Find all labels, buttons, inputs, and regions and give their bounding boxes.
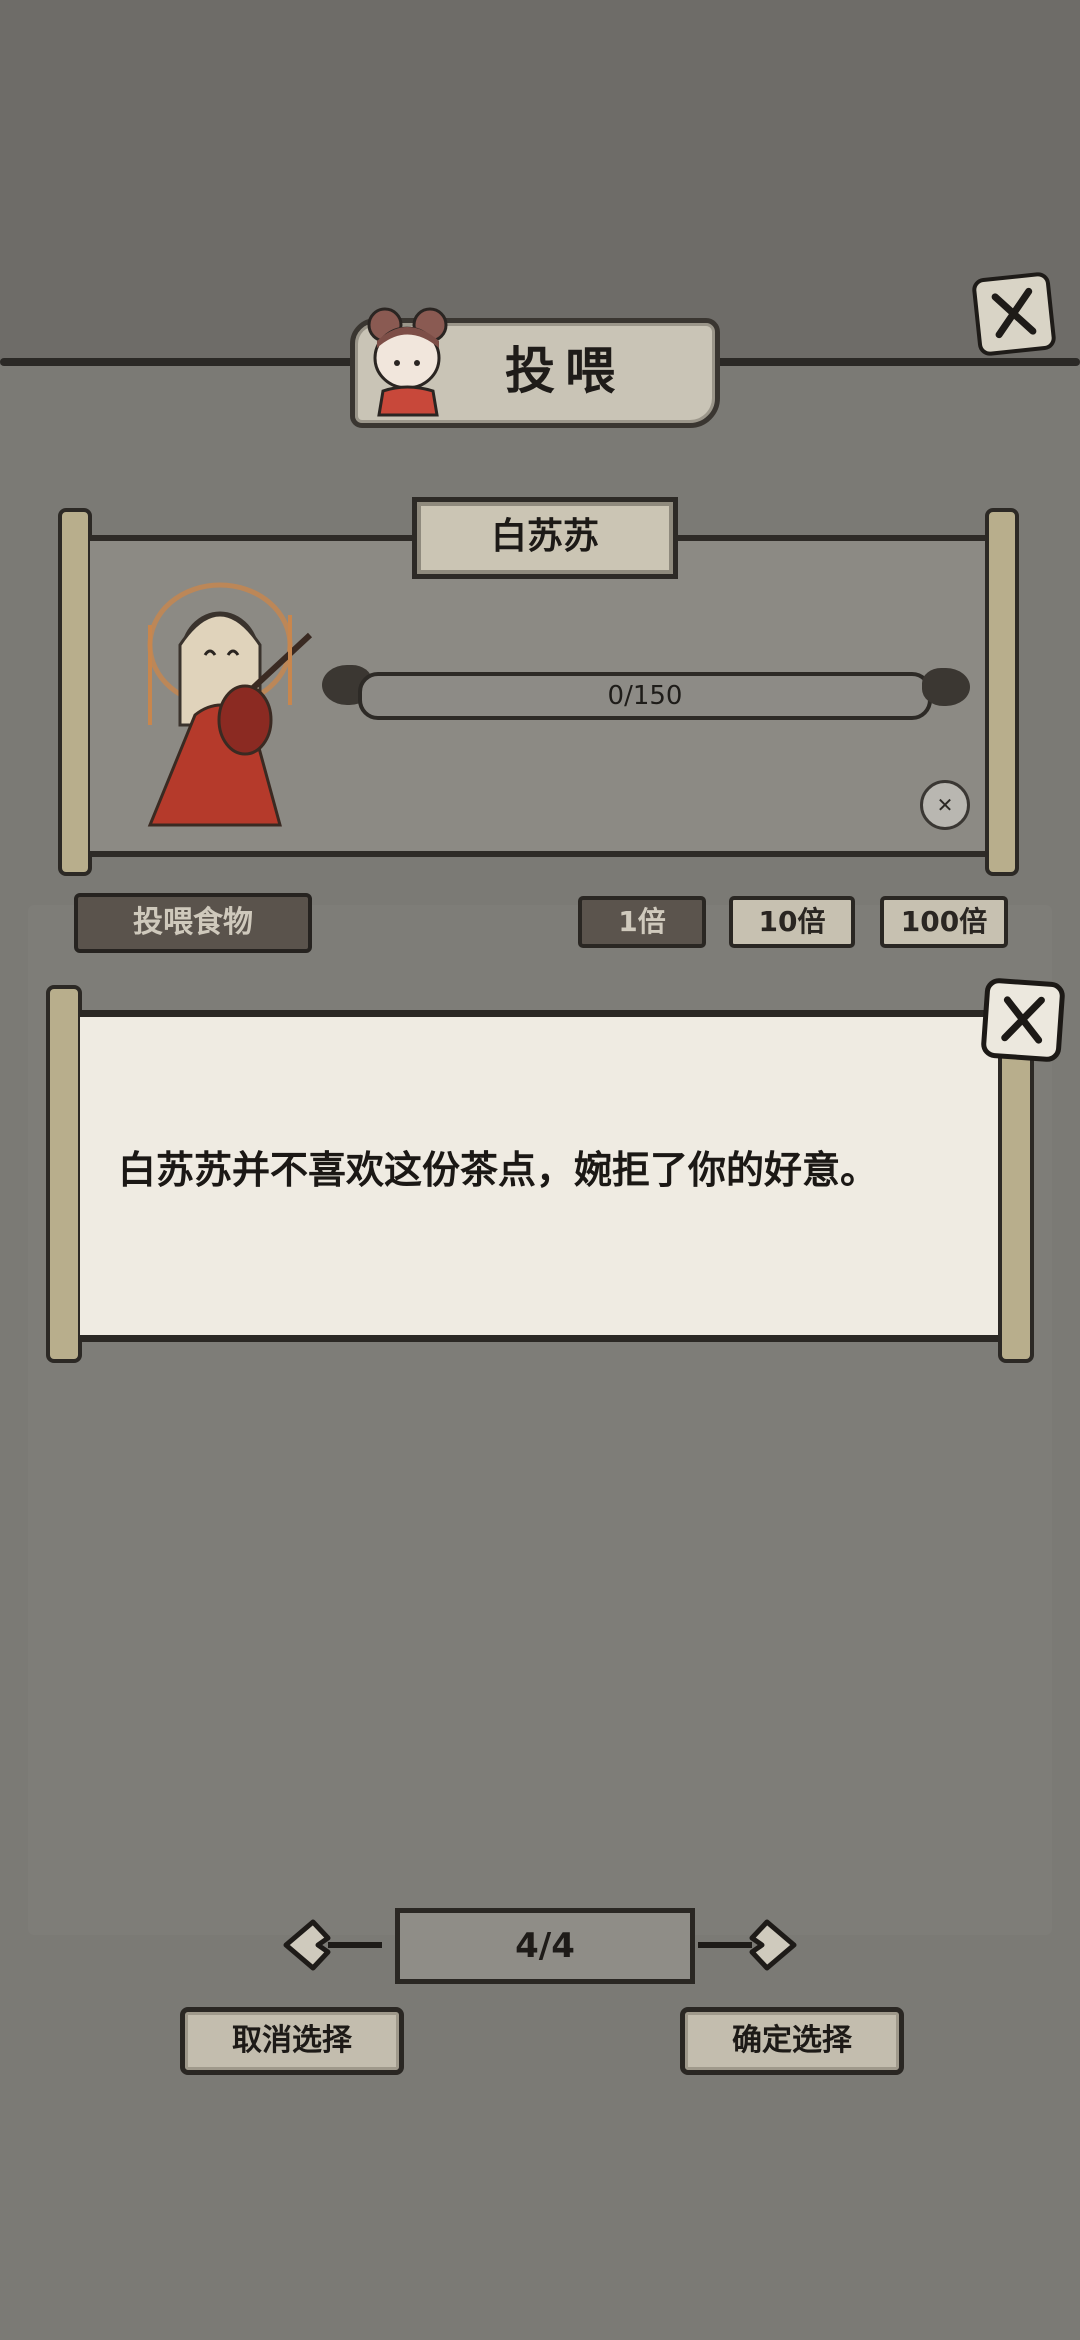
feed-food-button[interactable]: 投喂食物 [74,893,312,953]
dialog-close-button[interactable] [980,977,1066,1063]
prev-arrow-icon [283,1919,382,1971]
dialog-message: 白苏苏并不喜欢这份茶点，婉拒了你的好意。 [118,1148,879,1192]
mascot-avatar [367,307,448,417]
character-name: 白苏苏 [490,516,599,557]
multiplier-1x-button[interactable]: 1倍 [578,896,706,948]
close-icon [1001,996,1045,1044]
multiplier-100x-button[interactable]: 100倍 [880,896,1008,948]
confirm-selection-button[interactable]: 确定选择 [680,2007,904,2075]
scroll-rod-right [985,508,1019,876]
multiplier-10x-button[interactable]: 10倍 [729,896,855,948]
scroll-rod-left [58,508,92,876]
next-arrow-icon [698,1919,797,1971]
close-icon [991,287,1037,339]
prev-page-button[interactable] [278,1910,388,1980]
close-button[interactable] [971,271,1057,357]
cancel-selection-button[interactable]: 取消选择 [180,2007,404,2075]
affection-progress-text: 0/150 [607,681,683,711]
next-page-button[interactable] [692,1910,802,1980]
page-indicator-text: 4/4 [515,1926,575,1966]
sad-face-icon: ✕ [920,780,970,830]
top-backdrop [0,0,1080,365]
page-title: 投喂 [505,342,625,400]
dialog-rod-left [46,985,82,1363]
